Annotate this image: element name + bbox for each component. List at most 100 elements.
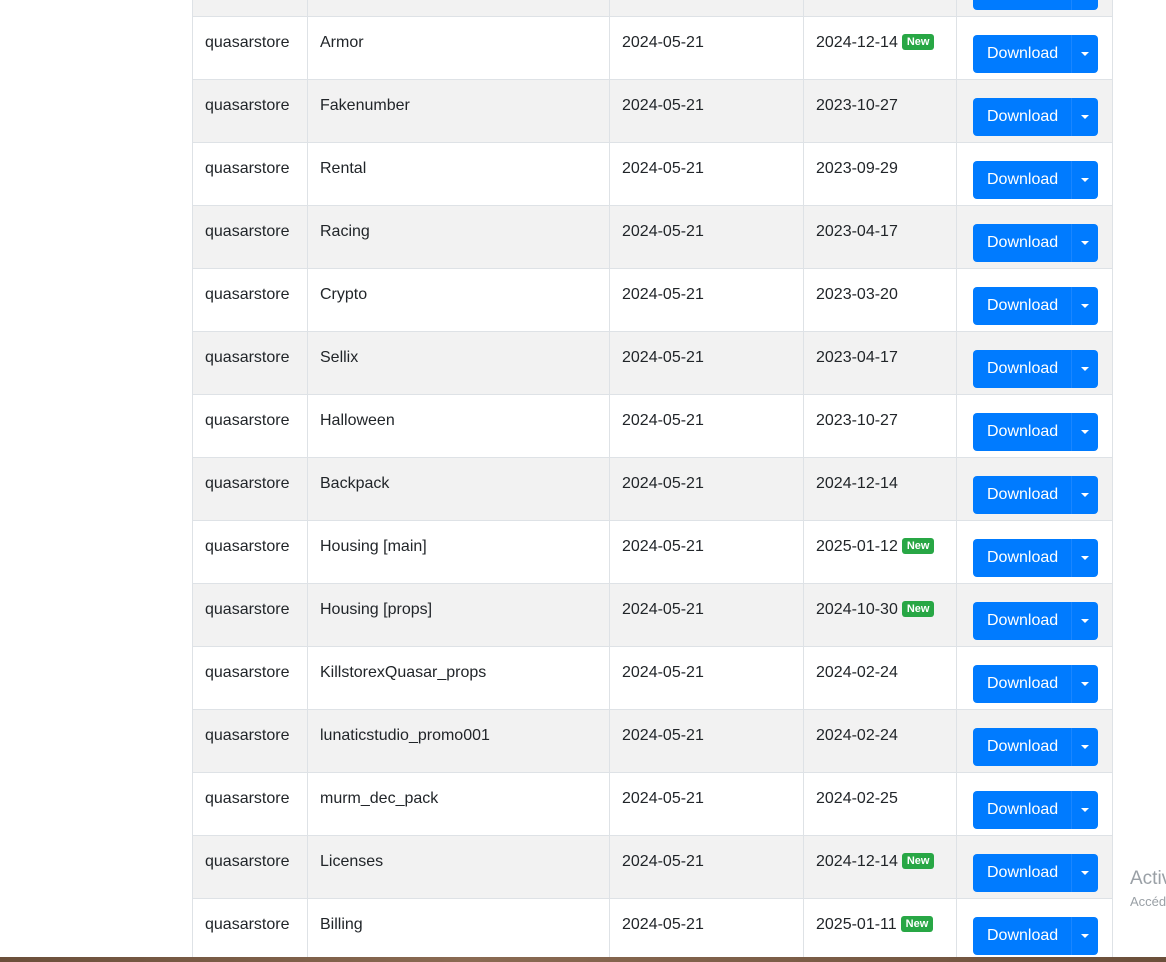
download-button[interactable]: Download [973,224,1072,262]
store-name-cell: quasarstore [192,142,308,206]
store-name: quasarstore [205,97,290,114]
updated-date-cell: 2024-02-24 [803,709,957,773]
created-date: 2024-05-21 [622,853,704,870]
download-button[interactable]: Download [973,161,1072,199]
table-row: quasarstore Billing 2024-05-21 2025-01-11 Ne… [192,898,1113,962]
download-dropdown-toggle[interactable] [1071,287,1099,325]
created-date-cell: 2024-05-21 [609,331,804,395]
download-button[interactable]: Download [973,476,1072,514]
resource-name: Racing [320,223,370,240]
created-date: 2024-05-21 [622,34,704,51]
resource-name-cell: Housing [main] [307,520,610,584]
download-dropdown-toggle[interactable] [1071,0,1099,10]
action-cell: Download [956,0,1113,17]
download-dropdown-toggle[interactable] [1071,791,1099,829]
updated-date-cell: 2025-01-12 New [803,520,957,584]
download-dropdown-toggle[interactable] [1071,665,1099,703]
download-dropdown-toggle[interactable] [1071,602,1099,640]
store-name-cell: quasarstore [192,268,308,332]
store-name: quasarstore [205,286,290,303]
download-button[interactable]: Download [973,728,1072,766]
table-row: quasarstore Racing 2024-05-21 2023-04-17 Dow… [192,205,1113,269]
download-dropdown-toggle[interactable] [1071,728,1099,766]
download-dropdown-toggle[interactable] [1071,476,1099,514]
download-button[interactable]: Download [973,665,1072,703]
store-name: quasarstore [205,853,290,870]
download-button-group: Download [973,350,1099,388]
download-button[interactable]: Download [973,854,1072,892]
action-cell: Download [956,142,1113,206]
created-date-cell: 2024-05-21 [609,772,804,836]
download-dropdown-toggle[interactable] [1071,854,1099,892]
download-button[interactable]: Download [973,413,1072,451]
resource-name-cell: lunaticstudio_promo001 [307,709,610,773]
resource-name: murm_dec_pack [320,790,439,807]
updated-date: 2024-10-30 [816,601,898,618]
updated-date-cell: 2023-10-27 [803,79,957,143]
action-cell: Download [956,268,1113,332]
resource-name: Licenses [320,853,384,870]
updated-date-cell: 2023-04-17 [803,331,957,395]
download-button[interactable]: Download [973,539,1072,577]
download-dropdown-toggle[interactable] [1071,224,1099,262]
download-dropdown-toggle[interactable] [1071,161,1099,199]
action-cell: Download [956,79,1113,143]
download-button[interactable]: Download [973,287,1072,325]
download-button-group: Download [973,854,1099,892]
download-button-group: Download [973,413,1099,451]
store-name-cell: quasarstore [192,835,308,899]
store-name: quasarstore [205,790,290,807]
download-dropdown-toggle[interactable] [1071,98,1099,136]
resource-name-cell: Crypto [307,268,610,332]
store-name: quasarstore [205,664,290,681]
resource-name: Backpack [320,475,390,492]
caret-down-icon [1081,178,1090,182]
action-cell: Download [956,835,1113,899]
table-row: quasarstore Crypto 2024-05-21 2023-03-20 Dow… [192,268,1113,332]
download-button-group: Download [973,35,1099,73]
download-dropdown-toggle[interactable] [1071,35,1099,73]
download-button-group: Download [973,476,1099,514]
table-row: quasarstore Housing [props] 2024-05-21 2024… [192,583,1113,647]
created-date: 2024-05-21 [622,97,704,114]
download-button-group: Download [973,98,1099,136]
store-name: quasarstore [205,475,290,492]
caret-down-icon [1081,241,1090,245]
action-cell: Download [956,16,1113,80]
resource-name-cell: Housing [props] [307,583,610,647]
download-button[interactable]: Download [973,791,1072,829]
action-cell: Download [956,772,1113,836]
updated-date-cell: 2024-02-24 [803,646,957,710]
download-dropdown-toggle[interactable] [1071,413,1099,451]
download-button[interactable]: Download [973,35,1072,73]
action-cell: Download [956,520,1113,584]
new-badge: New [901,34,935,50]
download-button[interactable]: Download [973,917,1072,955]
download-dropdown-toggle[interactable] [1071,350,1099,388]
resource-name-cell: Licenses [307,835,610,899]
download-button-group: Download [973,287,1099,325]
download-dropdown-toggle[interactable] [1071,539,1099,577]
download-button[interactable]: Download [973,0,1072,10]
resource-name-cell: Fakenumber [307,79,610,143]
updated-date: 2024-12-14 [816,853,898,870]
download-button-group: Download [973,224,1099,262]
resource-name-cell: Racing [307,205,610,269]
resource-name: Fakenumber [320,97,410,114]
download-button[interactable]: Download [973,98,1072,136]
created-date: 2024-05-21 [622,475,704,492]
created-date: 2024-05-21 [622,160,704,177]
caret-down-icon [1081,871,1090,875]
store-name: quasarstore [205,412,290,429]
updated-date: 2023-10-27 [816,412,898,429]
table-row: quasarstore Download [192,0,1113,17]
created-date: 2024-05-21 [622,727,704,744]
updated-date: 2023-04-17 [816,349,898,366]
download-dropdown-toggle[interactable] [1071,917,1099,955]
download-button[interactable]: Download [973,350,1072,388]
download-button-group: Download [973,665,1099,703]
created-date: 2024-05-21 [622,790,704,807]
download-button[interactable]: Download [973,602,1072,640]
resource-name: Halloween [320,412,395,429]
caret-down-icon [1081,115,1090,119]
